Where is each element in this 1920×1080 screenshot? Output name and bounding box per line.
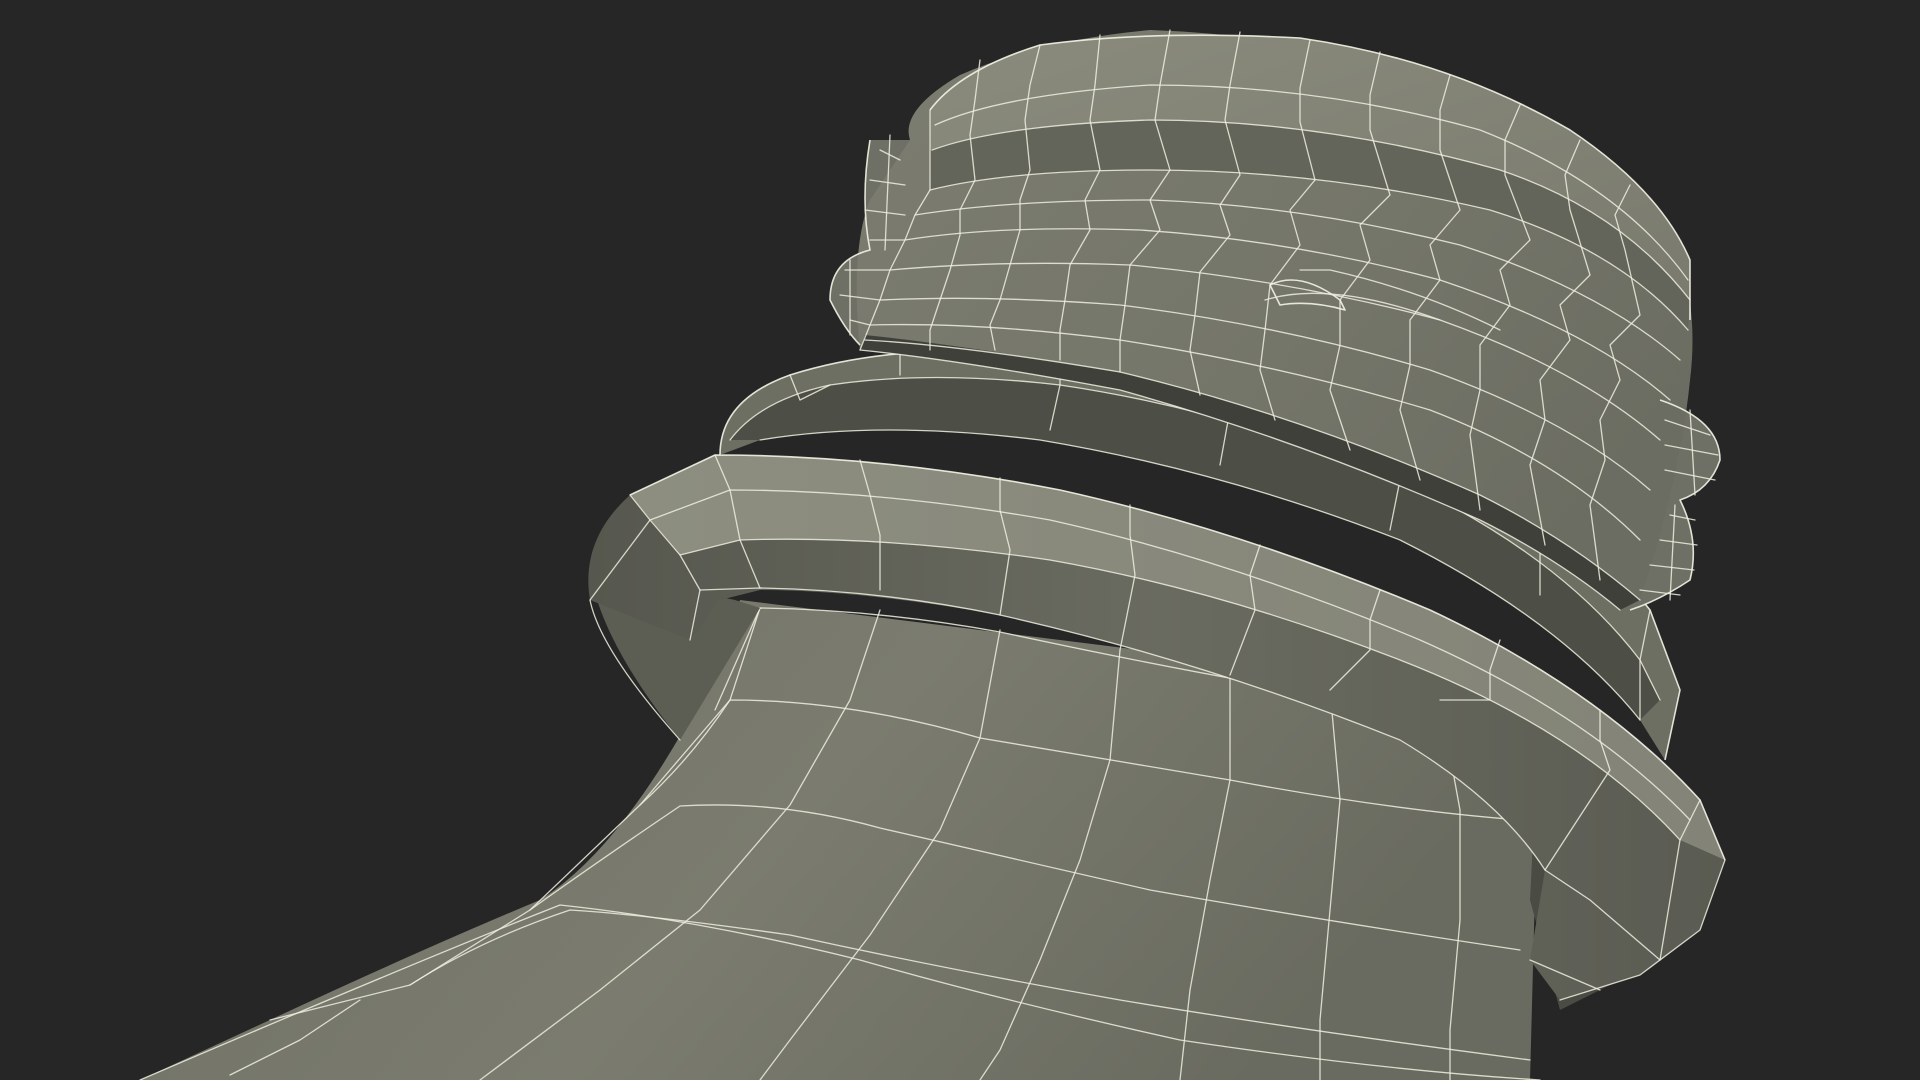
mesh-render [139, 29, 1726, 1080]
3d-viewport[interactable] [0, 0, 1920, 1080]
